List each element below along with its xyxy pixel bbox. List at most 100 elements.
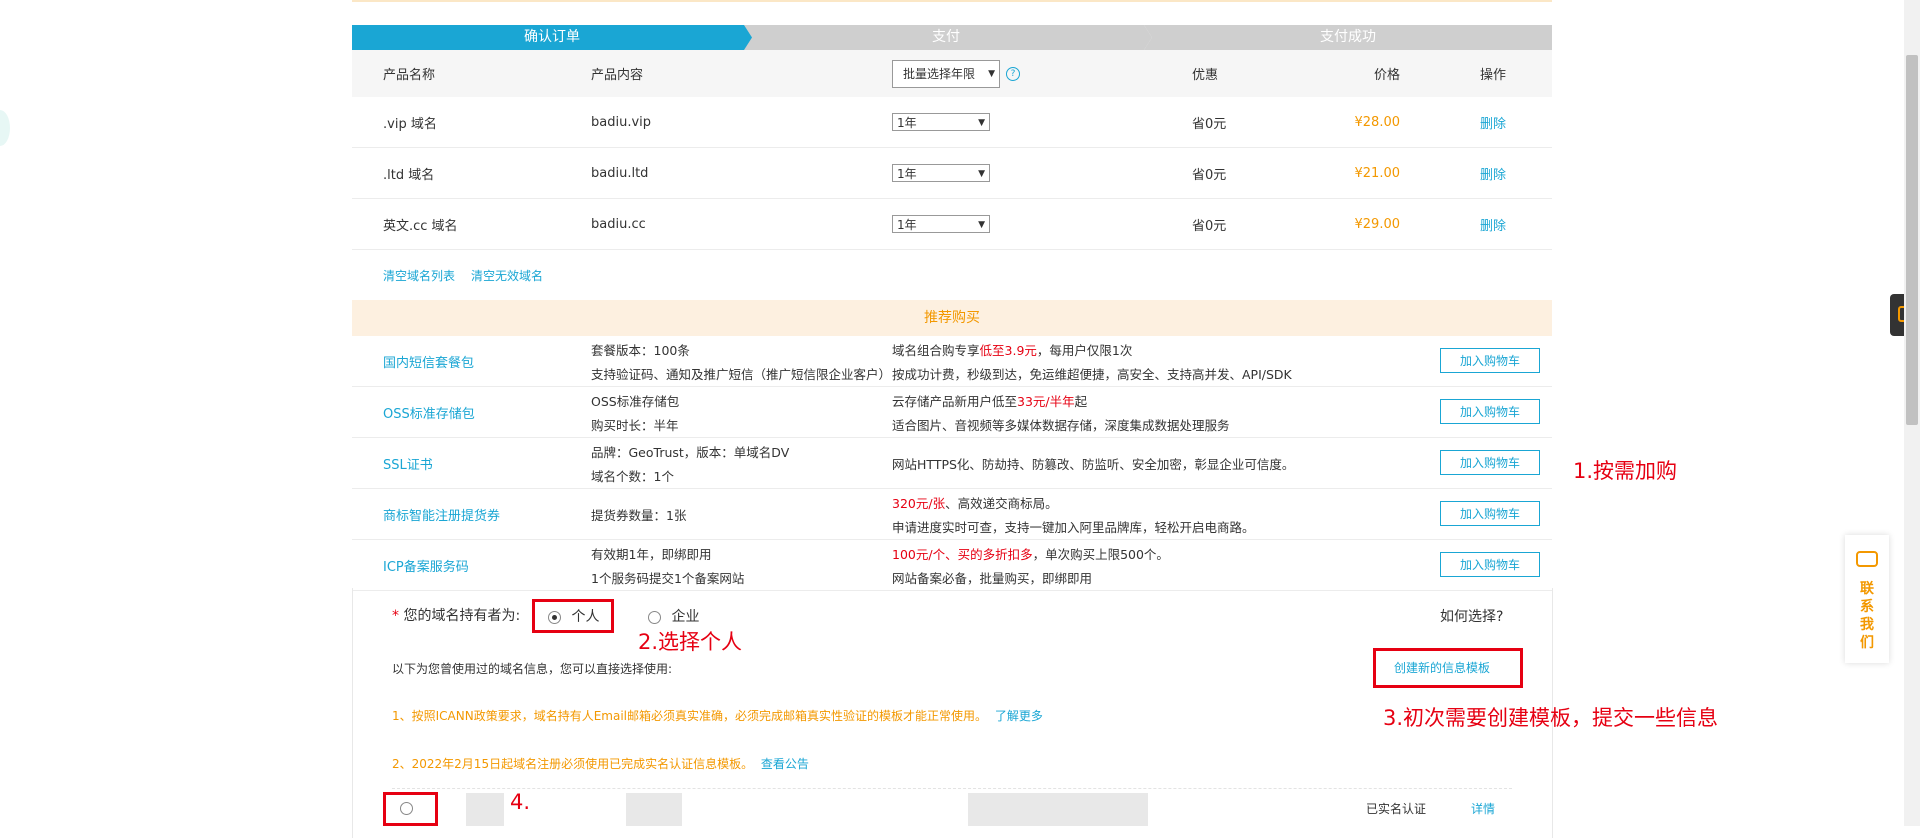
details-link[interactable]: 详情 [1471,800,1495,817]
desc-text: 起 [1074,394,1088,409]
chevron-down-icon: ▼ [978,118,985,128]
product-content: badiu.ltd [591,165,649,181]
desc-highlight: 320元/张 [892,496,946,511]
header-product-name: 产品名称 [383,68,436,83]
clear-links-row: 清空域名列表 清空无效域名 [352,250,1552,300]
years-cell: 1年 ▼ [892,97,990,147]
discount-value: 省0元 [1192,116,1227,132]
recommend-item: OSS标准存储包 OSS标准存储包 购买时长：半年 云存储产品新用户低至33元/… [352,387,1552,438]
notice-icann: 1、按照ICANN政策要求，域名持有人Email邮箱必须真实准确，必须完成邮箱真… [392,707,1043,724]
years-value: 1年 [897,218,917,232]
product-name: 英文.cc 域名 [383,218,458,234]
batch-years-label: 批量选择年限 [903,66,976,81]
discount-value: 省0元 [1192,218,1227,234]
desc-text: ，每用户仅限1次 [1036,343,1133,358]
required-mark: * [392,608,399,624]
view-announcement-link[interactable]: 查看公告 [761,757,809,771]
personal-radio[interactable]: 个人 [548,606,599,626]
price-value: ¥28.00 [1354,114,1401,130]
delete-link[interactable]: 删除 [1480,199,1506,249]
recommend-desc: 适合图片、音视频等多媒体数据存储，深度集成数据处理服务 [892,418,1230,433]
table-row: .ltd 域名 badiu.ltd 1年 ▼ 省0元 ¥21.00 删除 [352,148,1552,199]
notice-text: 2、2022年2月15日起域名注册必须使用已完成实名认证信息模板。 [392,757,754,771]
table-row: .vip 域名 badiu.vip 1年 ▼ 省0元 ¥28.00 删除 [352,97,1552,148]
recommend-item: 商标智能注册提货券 提货券数量：1张 320元/张、高效递交商标局。 申请进度实… [352,489,1552,540]
recommend-item-name[interactable]: ICP备案服务码 [383,540,469,590]
header-product-content: 产品内容 [591,68,644,83]
divider [392,788,1512,789]
add-to-cart-button[interactable]: 加入购物车 [1440,552,1540,577]
discount-value: 省0元 [1192,167,1227,183]
clear-links: 清空域名列表 清空无效域名 [383,250,543,300]
add-to-cart-button[interactable]: 加入购物车 [1440,501,1540,526]
notice-text: 1、按照ICANN政策要求，域名持有人Email邮箱必须真实准确，必须完成邮箱真… [392,709,988,723]
years-select[interactable]: 1年 ▼ [892,164,990,182]
scrollbar-thumb[interactable] [1906,55,1918,425]
recommend-item-name[interactable]: SSL证书 [383,438,433,488]
recommend-spec: 提货券数量：1张 [591,507,687,523]
desc-highlight: 33元/半年 [1017,394,1075,409]
help-icon[interactable]: ? [1006,66,1020,81]
batch-years-cell: 批量选择年限 ▼ ? [892,50,1020,97]
blurred-info [968,793,1148,826]
product-content: badiu.vip [591,114,652,130]
add-to-cart-button[interactable]: 加入购物车 [1440,450,1540,475]
recommend-item: 国内短信套餐包 套餐版本：100条 支持验证码、通知及推广短信（推广短信限企业客… [352,336,1552,387]
clear-domain-list-link[interactable]: 清空域名列表 [383,267,455,284]
chevron-down-icon: ▼ [978,169,985,179]
how-to-choose-link[interactable]: 如何选择? [1440,606,1503,626]
holder-label: * 您的域名持有者为: [392,605,520,625]
checkout-steps: 确认订单 支付 支付成功 [352,25,1552,50]
create-template-button[interactable]: 创建新的信息模板 [1394,659,1490,676]
add-to-cart-button[interactable]: 加入购物车 [1440,399,1540,424]
table-row: 英文.cc 域名 badiu.cc 1年 ▼ 省0元 ¥29.00 删除 [352,199,1552,250]
years-cell: 1年 ▼ [892,199,990,249]
notice-realname: 2、2022年2月15日起域名注册必须使用已完成实名认证信息模板。 查看公告 [392,755,809,772]
template-radio[interactable] [400,801,413,816]
add-to-cart-button[interactable]: 加入购物车 [1440,348,1540,373]
clear-invalid-domains-link[interactable]: 清空无效域名 [471,267,543,284]
years-select[interactable]: 1年 ▼ [892,113,990,131]
chevron-down-icon: ▼ [988,68,995,79]
recommend-title: 推荐购买 [352,300,1552,336]
recommend-item-name[interactable]: OSS标准存储包 [383,387,475,437]
learn-more-link[interactable]: 了解更多 [995,709,1043,723]
recommend-spec: 有效期1年，即绑即用 [591,547,712,562]
recommend-spec: OSS标准存储包 [591,394,680,409]
product-name: .vip 域名 [383,116,437,132]
floating-bubble[interactable] [0,110,10,146]
blurred-info [626,793,682,826]
delete-link[interactable]: 删除 [1480,148,1506,198]
years-cell: 1年 ▼ [892,148,990,198]
desc-highlight: 100元/个、买的多折扣多 [892,547,1033,562]
years-value: 1年 [897,167,917,181]
contact-us-widget[interactable]: 联系我们 [1845,535,1889,663]
step-confirm-order: 确认订单 [352,25,752,50]
radio-unchecked-icon [400,802,413,815]
radio-checked-icon [548,610,561,624]
product-name: .ltd 域名 [383,167,435,183]
table-header: 产品名称 产品内容 批量选择年限 ▼ ? 优惠 价格 操作 [352,50,1552,97]
delete-link[interactable]: 删除 [1480,97,1506,147]
recommend-desc: 按成功计费，秒级到达，免运维超便捷，高安全、支持高并发、API/SDK [892,367,1292,382]
recommend-item-name[interactable]: 商标智能注册提货券 [383,489,500,539]
holder-label-text: 您的域名持有者为: [403,608,521,624]
recommend-desc: 100元/个、买的多折扣多，单次购买上限500个。 [892,544,1169,563]
desc-text: ，单次购买上限500个。 [1032,547,1169,562]
personal-label: 个人 [571,609,600,625]
batch-years-select[interactable]: 批量选择年限 ▼ [892,59,1000,88]
desc-text: 、高效递交商标局。 [945,496,1058,511]
company-radio[interactable]: 企业 [648,606,699,626]
recommend-spec: 支持验证码、通知及推广短信（推广短信限企业客户） [591,367,892,382]
recommend-desc: 云存储产品新用户低至33元/半年起 [892,391,1087,410]
company-label: 企业 [671,609,700,625]
header-discount: 优惠 [1192,68,1219,83]
recommend-item-name[interactable]: 国内短信套餐包 [383,336,474,386]
verified-status: 已实名认证 [1366,802,1427,816]
recommend-item: ICP备案服务码 有效期1年，即绑即用 1个服务码提交1个备案网站 100元/个… [352,540,1552,591]
years-select[interactable]: 1年 ▼ [892,215,990,233]
annotation-1: 1.按需加购 [1573,459,1678,483]
contact-char: 联 [1860,581,1874,597]
product-content: badiu.cc [591,216,646,232]
step-payment: 支付 [740,25,1152,50]
